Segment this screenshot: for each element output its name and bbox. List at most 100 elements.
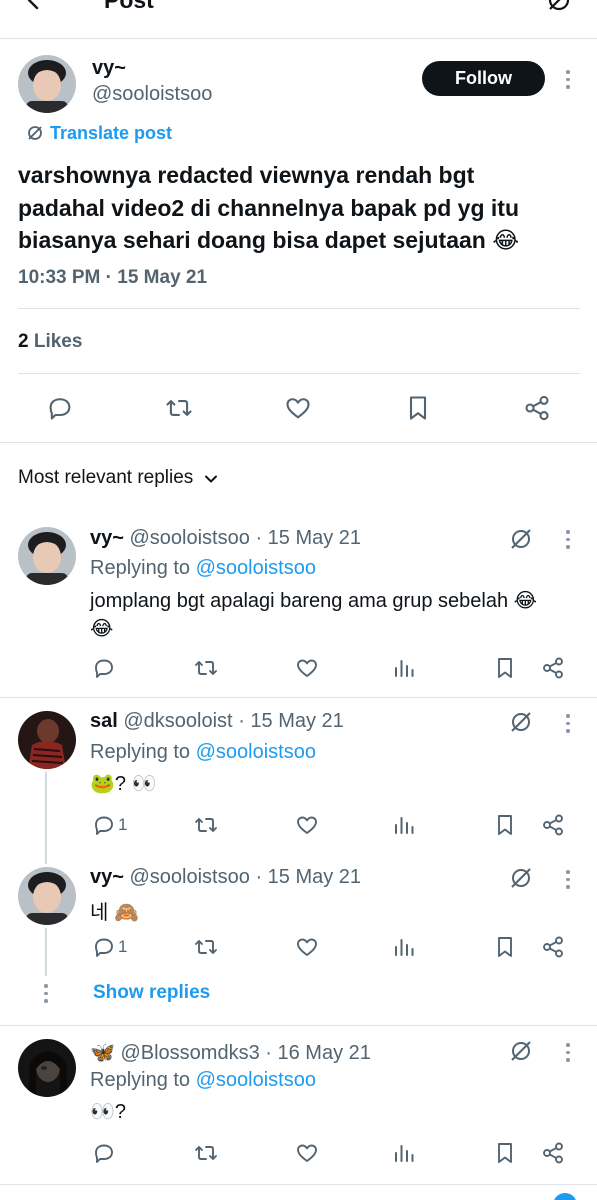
repost-icon[interactable] <box>193 935 219 959</box>
views-icon[interactable] <box>392 1141 416 1165</box>
grok-icon[interactable] <box>509 527 533 551</box>
thread-line <box>45 772 47 864</box>
more-options-icon[interactable] <box>566 1043 570 1066</box>
post-text-line-2: padahal video2 di channelnya bapak pd yg… <box>18 195 520 221</box>
reply-count: 1 <box>118 937 128 956</box>
page-title: Post <box>104 0 154 13</box>
thread-dots <box>44 984 48 1007</box>
bookmark-icon[interactable] <box>494 935 516 959</box>
reply-author-name[interactable]: sal <box>90 710 118 732</box>
reply-author-name[interactable]: vy~ <box>90 866 124 888</box>
author-name[interactable]: vy~ <box>92 57 126 80</box>
grok-icon[interactable] <box>545 0 573 14</box>
reply-header: vy~ @sooloistsoo · 15 May 21 <box>90 866 361 889</box>
chevron-down-icon <box>203 471 219 487</box>
views-icon[interactable] <box>392 813 416 837</box>
reply-author-handle[interactable]: @Blossomdks3 <box>120 1042 259 1064</box>
likes-stat[interactable]: 2 Likes <box>18 331 82 353</box>
reply-icon[interactable] <box>92 935 116 959</box>
reply-author-handle[interactable]: @sooloistsoo <box>130 527 250 549</box>
likes-divider <box>18 373 580 374</box>
avatar[interactable] <box>18 1039 76 1097</box>
share-icon[interactable] <box>541 935 565 959</box>
reply-divider <box>0 1025 597 1026</box>
post-text-line-3: biasanya sehari doang bisa dapet sejutaa… <box>18 227 520 253</box>
avatar[interactable] <box>18 527 76 585</box>
avatar[interactable] <box>18 867 76 925</box>
replying-to-handle[interactable]: @sooloistsoo <box>196 557 316 579</box>
grok-icon[interactable] <box>509 710 533 734</box>
like-icon[interactable] <box>295 935 319 959</box>
like-icon[interactable] <box>284 394 312 422</box>
share-icon[interactable] <box>541 656 565 680</box>
translate-post-link[interactable]: Translate post <box>50 123 172 144</box>
bookmark-icon[interactable] <box>494 1141 516 1165</box>
post-timestamp[interactable]: 10:33 PM · 15 May 21 <box>18 267 207 289</box>
replies-sort-dropdown[interactable]: Most relevant replies <box>18 467 219 489</box>
more-options-icon[interactable] <box>566 714 570 737</box>
back-arrow-icon[interactable] <box>22 0 46 12</box>
author-handle[interactable]: @sooloistsoo <box>92 83 212 106</box>
bookmark-icon[interactable] <box>405 394 431 422</box>
actions-divider <box>0 442 597 443</box>
replying-to: Replying to @sooloistsoo <box>90 1069 316 1092</box>
repost-icon[interactable] <box>164 394 194 422</box>
more-options-icon[interactable] <box>566 70 570 93</box>
header-divider <box>0 38 597 39</box>
likes-count: 2 <box>18 331 29 352</box>
reply-author-handle[interactable]: @dksooloist <box>123 710 232 732</box>
share-icon[interactable] <box>541 813 565 837</box>
more-options-icon[interactable] <box>566 530 570 553</box>
avatar[interactable] <box>18 711 76 769</box>
reply-date[interactable]: · 16 May 21 <box>265 1042 371 1064</box>
like-icon[interactable] <box>295 1141 319 1165</box>
reply-text-line-2: 😂 <box>90 618 114 640</box>
follow-button[interactable]: Follow <box>422 61 545 96</box>
thread-line <box>45 928 47 976</box>
reply-text: 네 🙈 <box>90 902 139 924</box>
reply-icon[interactable] <box>46 394 74 422</box>
reply-text-line-1: jomplang bgt apalagi bareng ama grup seb… <box>90 590 538 612</box>
reply-icon[interactable] <box>92 656 116 680</box>
bookmark-icon[interactable] <box>494 656 516 680</box>
replying-to: Replying to @sooloistsoo <box>90 741 316 764</box>
reply-author-name[interactable]: 🦋 <box>90 1042 115 1064</box>
reply-divider <box>0 697 597 698</box>
share-icon[interactable] <box>523 394 551 422</box>
timestamp-divider <box>18 308 580 309</box>
grok-icon[interactable] <box>509 866 533 890</box>
post-text-line-1: varshownya redacted viewnya rendah bgt <box>18 162 475 188</box>
reply-header: 🦋 @Blossomdks3 · 16 May 21 <box>90 1040 371 1065</box>
reply-header: vy~ @sooloistsoo · 15 May 21 <box>90 527 361 550</box>
like-icon[interactable] <box>295 656 319 680</box>
repost-icon[interactable] <box>193 813 219 837</box>
like-icon[interactable] <box>295 813 319 837</box>
show-replies-link[interactable]: Show replies <box>93 982 210 1004</box>
views-icon[interactable] <box>392 656 416 680</box>
reply-author-name[interactable]: vy~ <box>90 527 124 549</box>
replying-to-handle[interactable]: @sooloistsoo <box>196 741 316 763</box>
more-options-icon[interactable] <box>566 870 570 893</box>
reply-icon[interactable] <box>92 1141 116 1165</box>
repost-icon[interactable] <box>193 1141 219 1165</box>
reply-text: 🐸? 👀 <box>90 773 157 795</box>
bookmark-icon[interactable] <box>494 813 516 837</box>
repost-icon[interactable] <box>193 656 219 680</box>
grok-icon[interactable] <box>509 1039 533 1063</box>
reply-date[interactable]: · 15 May 21 <box>255 866 361 888</box>
compose-fab[interactable] <box>553 1193 577 1200</box>
avatar[interactable] <box>18 55 76 113</box>
reply-author-handle[interactable]: @sooloistsoo <box>130 866 250 888</box>
reply-icon[interactable] <box>92 813 116 837</box>
views-icon[interactable] <box>392 935 416 959</box>
reply-header: sal @dksooloist · 15 May 21 <box>90 710 344 733</box>
replying-to-label: Replying to <box>90 1069 191 1091</box>
likes-label: Likes <box>33 331 83 352</box>
translate-icon[interactable] <box>26 124 44 142</box>
share-icon[interactable] <box>541 1141 565 1165</box>
replying-to-handle[interactable]: @sooloistsoo <box>196 1069 316 1091</box>
reply-date[interactable]: · 15 May 21 <box>238 710 344 732</box>
reply-date[interactable]: · 15 May 21 <box>255 527 361 549</box>
replying-to: Replying to @sooloistsoo <box>90 557 316 580</box>
replying-to-label: Replying to <box>90 741 191 763</box>
